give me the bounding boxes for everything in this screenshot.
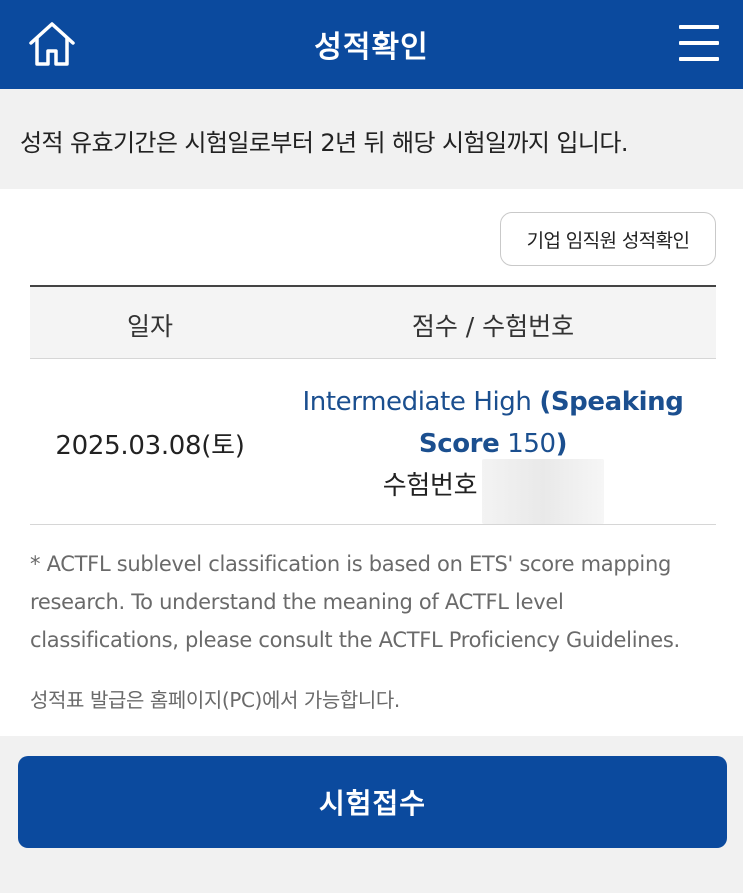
- hamburger-menu-icon[interactable]: [679, 25, 719, 61]
- actfl-footnote: * ACTFL sublevel classification is based…: [30, 545, 720, 659]
- corporate-score-check-button[interactable]: 기업 임직원 성적확인: [500, 212, 716, 266]
- footnote-line-1: * ACTFL sublevel classification is based…: [30, 552, 672, 576]
- score-table: 일자 점수 / 수험번호 2025.03.08(토) Intermediate …: [30, 285, 716, 525]
- score-word: Score: [418, 429, 500, 459]
- header-date: 일자: [126, 312, 173, 341]
- footnote-line-3: classifications, please consult the ACTF…: [30, 628, 680, 652]
- page-title: 성적확인: [314, 30, 429, 65]
- paren-close: ): [555, 429, 568, 459]
- level-name: Intermediate High: [302, 387, 540, 417]
- apply-exam-button[interactable]: 시험접수: [18, 756, 727, 848]
- app-header: 성적확인: [0, 0, 743, 89]
- validity-notice-band: 성적 유효기간은 시험일로부터 2년 뒤 해당 시험일까지 입니다.: [0, 89, 743, 189]
- footnote-line-2: research. To understand the meaning of A…: [30, 590, 564, 614]
- speaking-label: (Speaking: [539, 387, 684, 417]
- issue-note: 성적표 발급은 홈페이지(PC)에서 가능합니다.: [30, 688, 400, 712]
- validity-notice-text: 성적 유효기간은 시험일로부터 2년 뒤 해당 시험일까지 입니다.: [20, 129, 629, 157]
- score-value: 150: [499, 429, 556, 459]
- header-score-registration: 점수 / 수험번호: [411, 312, 575, 341]
- registration-label-text: 수험번호: [382, 471, 478, 501]
- test-date: 2025.03.08(토): [55, 431, 245, 461]
- table-header: 일자 점수 / 수험번호: [30, 285, 716, 359]
- redacted-registration-number: [482, 459, 604, 524]
- score-level-line-1: Intermediate High (Speaking: [270, 381, 716, 423]
- table-row: 2025.03.08(토) Intermediate High (Speakin…: [30, 359, 716, 525]
